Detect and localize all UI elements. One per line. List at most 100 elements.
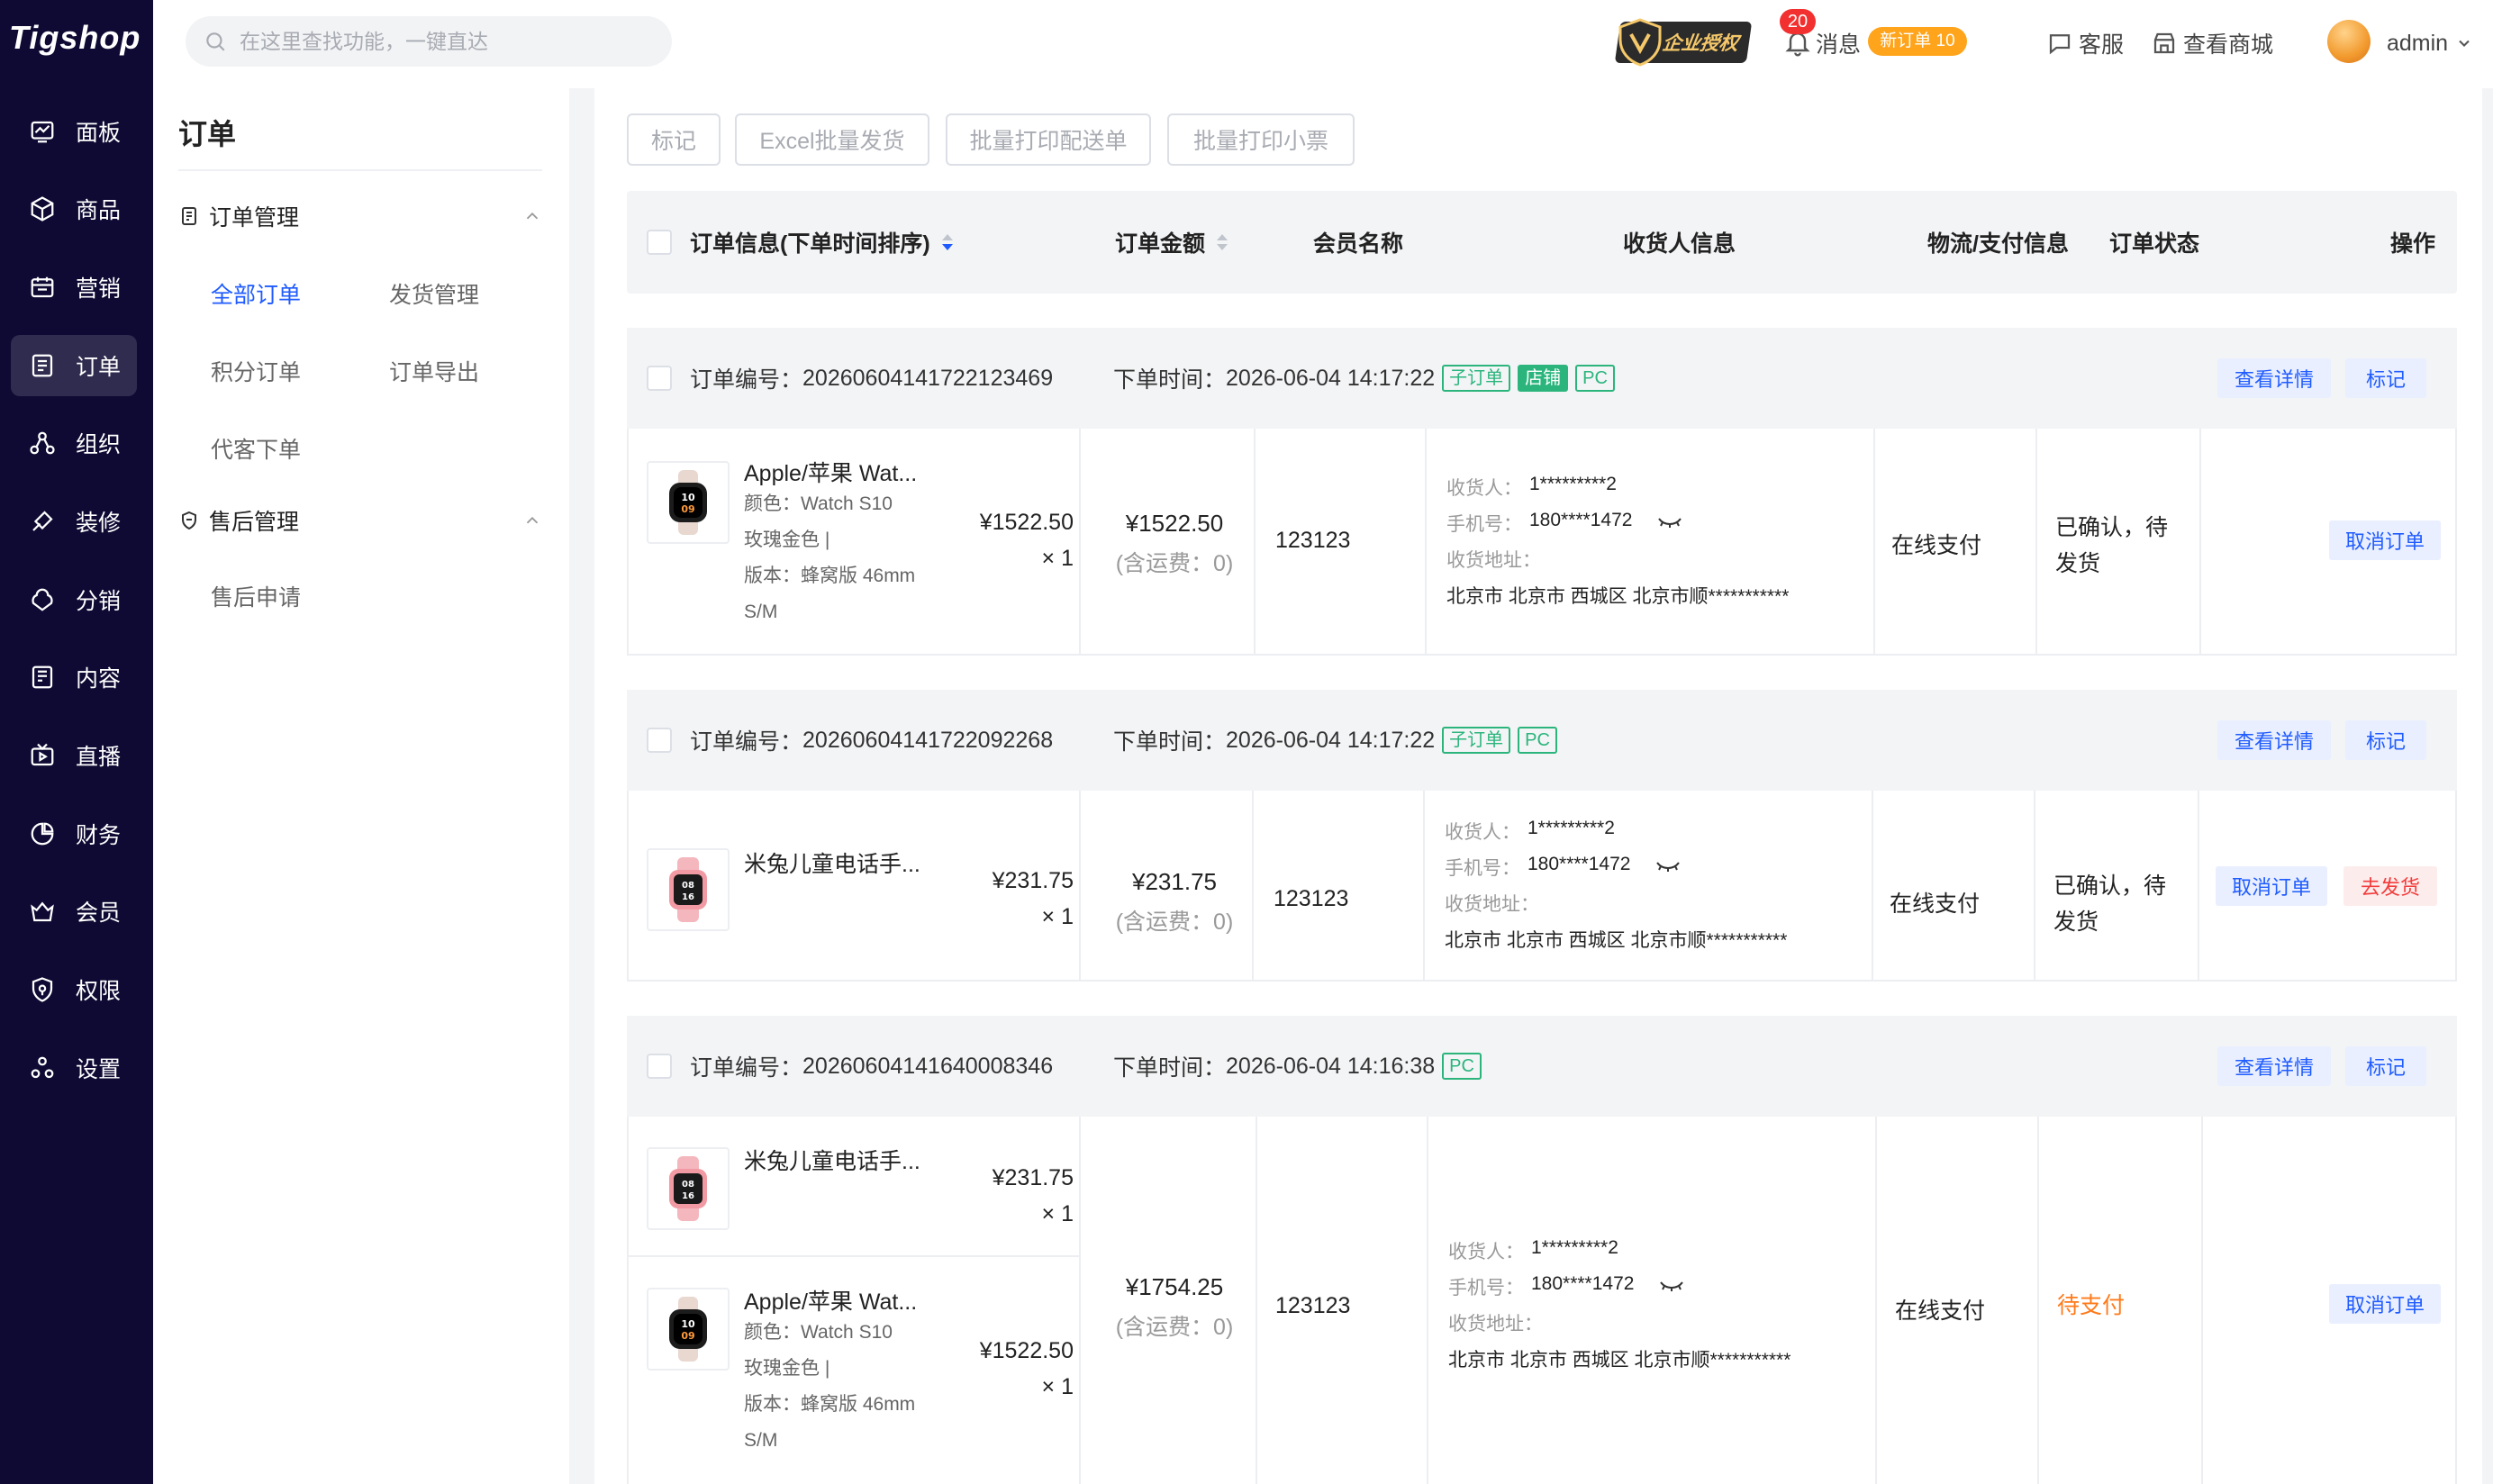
batch-print-receipt-button[interactable]: 批量打印小票: [1167, 113, 1355, 166]
header-amount[interactable]: 订单金额: [1115, 191, 1230, 294]
sub-order-tag: 子订单: [1442, 727, 1511, 754]
distribution-icon: [27, 584, 58, 615]
sub-link-proxy-order[interactable]: 代客下单: [211, 432, 301, 465]
new-order-badge[interactable]: 新订单 10: [1868, 27, 1967, 56]
view-mall-label: 查看商城: [2183, 32, 2274, 58]
chevron-down-icon: [2459, 40, 2470, 47]
cancel-order-button[interactable]: 取消订单: [2329, 1284, 2441, 1324]
nav-label: 面板: [76, 121, 122, 146]
nav-item-settings[interactable]: 设置: [11, 1037, 137, 1099]
product-name[interactable]: Apple/苹果 Wat...: [744, 1284, 917, 1317]
pc-tag: PC: [1518, 727, 1557, 754]
view-details-button[interactable]: 查看详情: [2217, 358, 2331, 398]
nav-item-marketing[interactable]: 营销: [11, 257, 137, 318]
order-checkbox[interactable]: [647, 366, 672, 391]
vip-shield-icon: [1618, 18, 1662, 67]
sub-link-all-orders[interactable]: 全部订单: [211, 277, 301, 310]
payment-method: 在线支付: [1895, 1298, 1986, 1324]
product-thumbnail[interactable]: 08 16: [647, 1147, 730, 1230]
app-logo[interactable]: Tigshop: [9, 13, 144, 63]
mark-button[interactable]: 标记: [627, 113, 721, 166]
svg-text:10: 10: [681, 492, 695, 503]
nav-item-distribution[interactable]: 分销: [11, 569, 137, 630]
view-details-button[interactable]: 查看详情: [2217, 720, 2331, 760]
product-thumbnail[interactable]: 08 16: [647, 848, 730, 931]
sub-link-order-export[interactable]: 订单导出: [389, 355, 479, 387]
mark-order-button[interactable]: 标记: [2345, 358, 2426, 398]
product-name[interactable]: 米兔儿童电话手...: [744, 1144, 920, 1176]
service-label: 客服: [2079, 32, 2125, 58]
member-name[interactable]: 123123: [1275, 1293, 1350, 1319]
user-avatar[interactable]: [2327, 20, 2371, 63]
batch-print-delivery-button[interactable]: 批量打印配送单: [946, 113, 1151, 166]
svg-text:09: 09: [681, 1330, 694, 1342]
group-order-management[interactable]: 订单管理: [178, 198, 542, 234]
nav-label: 分销: [76, 589, 122, 614]
nav-item-dashboard[interactable]: 面板: [11, 101, 137, 162]
order-time: 下单时间： 2026-06-04 14:16:38 PC: [1113, 1016, 1482, 1117]
ship-order-button[interactable]: 去发货: [2343, 866, 2437, 906]
consignee-label: 收货人：: [1445, 822, 1520, 843]
settings-icon: [27, 1053, 58, 1083]
svg-text:09: 09: [681, 503, 694, 515]
nav-item-decoration[interactable]: 装修: [11, 491, 137, 552]
user-menu[interactable]: admin: [2387, 25, 2473, 61]
header-receiver: 收货人信息: [1623, 231, 1736, 257]
eye-closed-icon[interactable]: [1655, 859, 1681, 873]
divider: [2034, 791, 2035, 980]
divider: [2035, 429, 2037, 654]
group-after-sales[interactable]: 售后管理: [178, 502, 542, 538]
order-status: 已确认，待发货: [2055, 515, 2169, 576]
product-thumbnail[interactable]: 10 09: [647, 1288, 730, 1371]
order-checkbox[interactable]: [647, 728, 672, 753]
phone-label: 手机号：: [1446, 514, 1522, 535]
order-status: 待支付: [2057, 1293, 2126, 1318]
sub-link-points-orders[interactable]: 积分订单: [211, 355, 301, 387]
sub-menu-title: 订单: [178, 118, 237, 150]
excel-batch-ship-button[interactable]: Excel批量发货: [735, 113, 929, 166]
member-name[interactable]: 123123: [1275, 528, 1350, 554]
nav-item-permission[interactable]: 权限: [11, 959, 137, 1020]
member-name[interactable]: 123123: [1274, 886, 1348, 912]
product-name[interactable]: Apple/苹果 Wat...: [744, 456, 917, 488]
mark-order-button[interactable]: 标记: [2345, 720, 2426, 760]
order-doc-icon: [182, 207, 196, 225]
nav-item-organization[interactable]: 组织: [11, 412, 137, 474]
nav-label: 直播: [76, 745, 122, 770]
nav-item-order[interactable]: 订单: [11, 335, 137, 396]
order-checkbox[interactable]: [647, 1054, 672, 1079]
nav-item-member[interactable]: 会员: [11, 881, 137, 942]
mark-order-button[interactable]: 标记: [2345, 1046, 2426, 1086]
cancel-order-button[interactable]: 取消订单: [2216, 866, 2327, 906]
address-label: 收货地址：: [1446, 550, 1541, 571]
sub-link-after-sales-apply[interactable]: 售后申请: [211, 580, 301, 612]
view-details-button[interactable]: 查看详情: [2217, 1046, 2331, 1086]
nav-item-content[interactable]: 内容: [11, 647, 137, 708]
divider: [1423, 791, 1425, 980]
nav-label: 权限: [76, 979, 122, 1004]
eye-closed-icon[interactable]: [1657, 515, 1682, 529]
nav-item-product[interactable]: 商品: [11, 178, 137, 240]
decoration-icon: [27, 506, 58, 537]
customer-service-link[interactable]: 客服: [2046, 25, 2124, 61]
select-all-checkbox[interactable]: [647, 230, 672, 255]
search-icon: [206, 32, 225, 51]
search-input[interactable]: [240, 29, 654, 54]
nav-item-finance[interactable]: 财务: [11, 803, 137, 864]
divider: [2199, 429, 2201, 654]
nav-item-live[interactable]: 直播: [11, 725, 137, 786]
cancel-order-button[interactable]: 取消订单: [2329, 520, 2441, 560]
product-name[interactable]: 米兔儿童电话手...: [744, 846, 920, 879]
view-mall-link[interactable]: 查看商城: [2151, 25, 2273, 61]
consignee-value: 1*********2: [1528, 818, 1615, 838]
eye-closed-icon[interactable]: [1659, 1279, 1684, 1293]
nav-label: 订单: [76, 355, 122, 380]
messages-label: 消息: [1816, 32, 1862, 58]
product-thumbnail[interactable]: 10 09: [647, 461, 730, 544]
product-box-icon: [27, 194, 58, 224]
header-ops: 操作: [2390, 231, 2436, 257]
header-order-info[interactable]: 订单信息(下单时间排序): [690, 191, 956, 294]
global-search[interactable]: [186, 16, 672, 67]
main-nav: Tigshop 面板 商品 营销 订单 组织 装修 分销 内容 直播 财务 会员…: [0, 0, 153, 1484]
sub-link-shipping[interactable]: 发货管理: [389, 277, 479, 310]
